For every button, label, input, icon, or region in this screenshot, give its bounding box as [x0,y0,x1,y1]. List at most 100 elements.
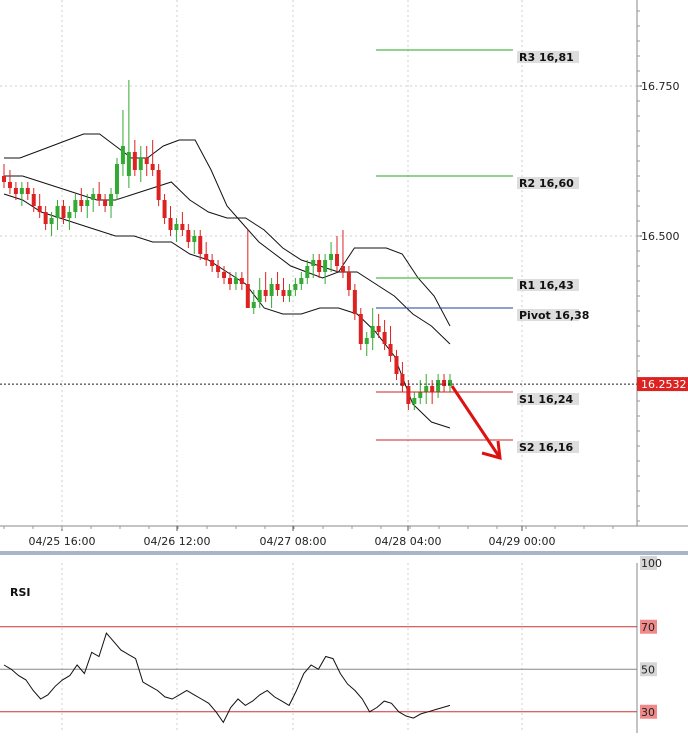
candle-body [55,206,60,218]
pivot-level-label: R1 16,43 [519,279,574,292]
candle-body [376,326,381,332]
candle-body [91,194,96,200]
candle-body [436,380,441,392]
candle-body [2,176,6,182]
forex-chart: 16.750 16.500 04/25 16:00 04/26 12:00 04/27 … [0,0,688,737]
candle-body [251,302,256,308]
candle-body [281,290,286,296]
candle [358,308,363,350]
last-price-label: 16.2532 [641,378,687,391]
candle-body [37,206,42,212]
candle-body [198,236,203,254]
candle-body [370,326,375,338]
candle-body [120,146,125,164]
candle-body [49,218,54,224]
candle-body [287,290,292,296]
candle-body [109,194,114,206]
candle-body [352,290,357,314]
candle-body [210,260,215,266]
candle-body [132,152,137,170]
candle-body [412,398,417,404]
candle-body [144,158,149,164]
candle-body [263,290,268,296]
pivot-level-label: R2 16,60 [519,177,574,190]
candle-body [43,212,48,224]
rsi-title: RSI [10,586,31,599]
candle-body [382,332,387,344]
rsi-tick-label: 70 [641,621,655,634]
candle-body [19,188,24,194]
candle-body [192,236,197,242]
y-tick-label: 16.750 [641,80,680,93]
candle-body [233,278,238,284]
candle-body [156,170,161,200]
candle-body [418,392,423,398]
candle-body [216,266,221,272]
candle-body [311,260,316,266]
candle-body [257,290,262,302]
candle-body [299,278,304,284]
candle-body [275,284,280,290]
panel-separator [0,551,688,555]
candle [156,164,161,206]
x-tick-label: 04/27 08:00 [260,535,327,548]
candle-body [67,212,72,218]
candle-body [204,254,209,260]
candle-body [364,338,369,344]
candle-body [245,284,250,308]
candle-body [31,194,36,206]
candle-body [358,314,363,344]
pivot-level-label: R3 16,81 [519,51,574,64]
candle-body [25,188,30,194]
candle-body [394,356,399,374]
chart-background [0,0,688,733]
rsi-tick-label: 100 [641,557,662,570]
candle-body [406,386,411,404]
candle-body [7,182,12,188]
candle-body [222,272,227,278]
candle [114,158,119,200]
candle-body [186,230,191,242]
candle-body [126,152,131,176]
pivot-level-label: Pivot 16,38 [519,309,589,322]
candle-body [103,200,108,206]
candle-body [430,386,435,392]
candle-body [13,188,18,194]
candle-body [227,278,232,284]
candle-body [138,158,143,170]
pivot-level-label: S1 16,24 [519,393,574,406]
candle-body [305,266,310,278]
candle-body [61,206,66,218]
candle-body [448,380,452,386]
x-tick-label: 04/28 04:00 [375,535,442,548]
candle-body [239,278,244,284]
candle-body [174,224,179,230]
pivot-level-label: S2 16,16 [519,441,574,454]
candle-body [317,260,322,272]
candle-body [97,194,102,200]
candle-body [340,266,345,272]
candle-body [162,200,167,218]
candle-body [329,254,334,260]
candle-body [388,344,393,356]
candle-body [150,164,155,170]
candle-body [424,386,429,392]
candle-body [85,200,90,206]
candle-body [168,218,173,230]
candle-body [180,224,185,230]
x-tick-label: 04/25 16:00 [29,535,96,548]
candle-body [114,164,119,194]
x-tick-label: 04/26 12:00 [144,535,211,548]
y-tick-label: 16.500 [641,230,680,243]
candle-body [346,272,351,290]
candle-body [269,284,274,296]
x-tick-label: 04/29 00:00 [489,535,556,548]
candle-body [73,200,78,212]
candle-body [79,200,84,206]
rsi-tick-label: 30 [641,706,655,719]
candle-body [335,254,340,266]
candle-body [323,260,328,272]
rsi-tick-label: 50 [641,663,655,676]
candle-body [293,284,298,290]
chart-svg: 16.750 16.500 04/25 16:00 04/26 12:00 04/27 … [0,0,688,733]
